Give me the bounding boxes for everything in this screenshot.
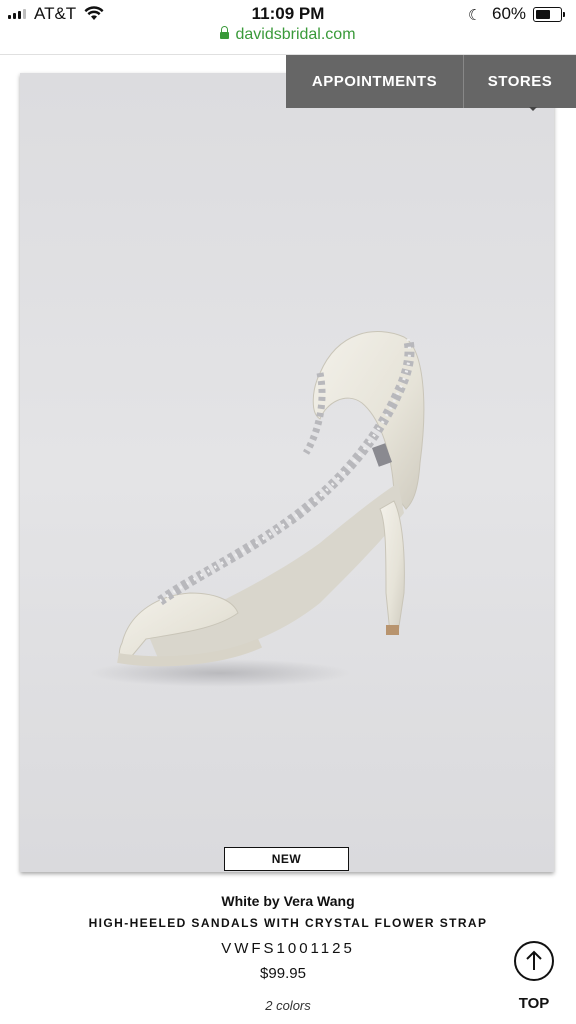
- top-nav: APPOINTMENTS STORES: [286, 55, 576, 108]
- arrow-up-circle-icon: [514, 941, 554, 981]
- new-badge: NEW: [224, 847, 349, 871]
- shoe-image: [90, 331, 425, 687]
- product-name[interactable]: HIGH-HEELED SANDALS WITH CRYSTAL FLOWER …: [0, 916, 576, 930]
- product-price: $99.95: [260, 965, 306, 982]
- url-text[interactable]: davidsbridal.com: [235, 26, 355, 43]
- address-bar[interactable]: davidsbridal.com: [0, 26, 576, 44]
- appointments-button[interactable]: APPOINTMENTS: [286, 55, 464, 108]
- top-label: TOP: [518, 995, 550, 1012]
- product-image[interactable]: [20, 73, 554, 872]
- moon-icon: ☾: [468, 7, 482, 24]
- lock-icon: [220, 26, 230, 39]
- color-count-link[interactable]: 2 colors: [0, 998, 576, 1013]
- battery-icon: [533, 7, 565, 22]
- product-sku: VWFS1001125: [221, 940, 355, 957]
- battery-percent: 60%: [492, 4, 527, 23]
- stores-button[interactable]: STORES: [464, 55, 576, 108]
- product-brand[interactable]: White by Vera Wang: [0, 893, 576, 909]
- clock: 11:09 PM: [251, 4, 325, 23]
- chevron-down-icon: [529, 107, 537, 111]
- back-to-top-button[interactable]: TOP: [512, 941, 556, 1015]
